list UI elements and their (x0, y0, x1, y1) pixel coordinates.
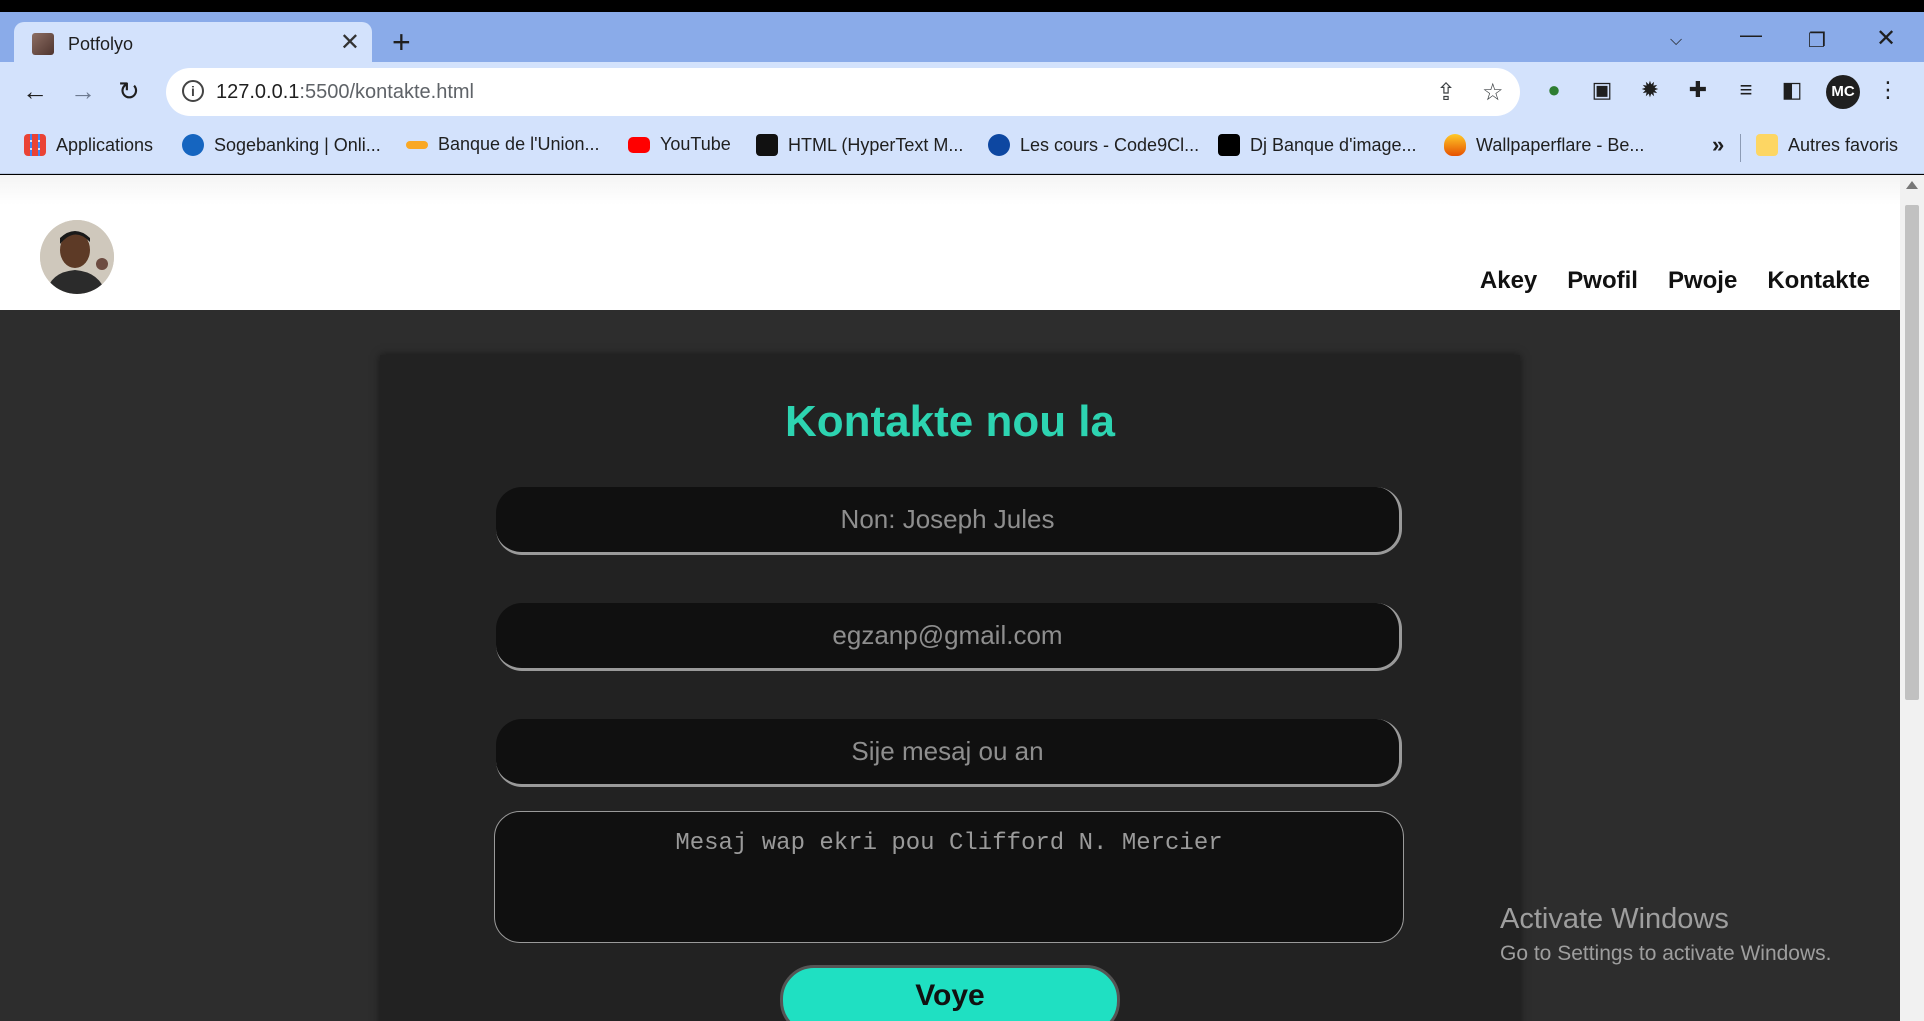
url-host: 127.0.0.1 (216, 81, 300, 103)
bookmark-label: Applications (56, 134, 154, 155)
bookmark-code9[interactable]: Les cours - Code9Cl... (988, 134, 1199, 156)
window-top-strip (0, 0, 1924, 12)
bookmark-label: Dj Banque d'image... (1250, 134, 1417, 155)
back-arrow-icon[interactable]: ← (22, 76, 48, 106)
bookmarks-bar: Applications Sogebanking | Onli... Banqu… (0, 122, 1924, 174)
send-button[interactable]: Voye (780, 965, 1120, 1021)
folder-icon (1756, 134, 1778, 156)
vertical-scrollbar[interactable] (1900, 175, 1924, 1021)
browser-toolbar: ← → ↻ i 127.0.0.1:5500/kontakte.html ⇪ ☆… (0, 62, 1924, 122)
profile-photo-avatar[interactable] (40, 220, 114, 294)
bookmark-label: YouTube (660, 134, 731, 154)
bookmark-label: Autres favoris (1788, 134, 1899, 155)
istock-icon (1218, 134, 1240, 156)
bookmark-banque-union[interactable]: Banque de l'Union... (406, 134, 600, 155)
browser-tab[interactable]: Potfolyo ✕ (14, 22, 372, 62)
page-viewport: Akey Pwofil Pwoje Kontakte Kontakte nou … (0, 175, 1900, 1021)
bookmark-html[interactable]: HTML (HyperText M... (756, 134, 963, 156)
profile-avatar[interactable]: MC (1826, 75, 1860, 109)
menu-kebab-icon[interactable]: ⋮ (1874, 76, 1902, 104)
banque-union-icon (406, 140, 428, 149)
bookmark-sogebanking[interactable]: Sogebanking | Onli... (182, 134, 381, 156)
nav-link-pwofil[interactable]: Pwofil (1567, 267, 1638, 295)
tab-close-icon[interactable]: ✕ (340, 28, 360, 57)
forward-arrow-icon[interactable]: → (70, 76, 96, 106)
subject-field[interactable] (496, 719, 1402, 787)
contact-title: Kontakte nou la (784, 397, 1116, 446)
nav-link-kontakte[interactable]: Kontakte (1767, 267, 1870, 295)
bookmarks-overflow-button[interactable]: » (1712, 132, 1724, 158)
tab-search-icon[interactable]: ⌵ (1670, 32, 1682, 50)
media-control-icon[interactable]: ≡ (1732, 76, 1760, 104)
tab-favicon-icon (32, 33, 54, 55)
url-text[interactable]: 127.0.0.1:5500/kontakte.html (216, 81, 474, 104)
side-panel-icon[interactable]: ◧ (1778, 76, 1806, 104)
bookmark-label: Sogebanking | Onli... (214, 134, 381, 155)
message-textarea[interactable] (494, 811, 1404, 943)
mdn-icon (756, 134, 778, 156)
contact-form-card: Kontakte nou la Voye (380, 355, 1520, 1021)
nav-link-akey[interactable]: Akey (1480, 267, 1537, 295)
extension-bug-icon[interactable]: ✹ (1636, 76, 1664, 104)
tab-title: Potfolyo (68, 34, 134, 54)
url-path: :5500/kontakte.html (299, 81, 474, 103)
watermark-subtitle: Go to Settings to activate Windows. (1500, 942, 1832, 965)
address-bar[interactable]: i 127.0.0.1:5500/kontakte.html ⇪ ☆ (166, 68, 1520, 116)
bookmark-label: HTML (HyperText M... (788, 134, 964, 155)
site-info-icon[interactable]: i (182, 80, 204, 102)
reload-icon[interactable]: ↻ (118, 76, 140, 106)
extension-globe-icon[interactable]: ● (1540, 76, 1568, 104)
email-field[interactable] (496, 603, 1402, 671)
nav-link-pwoje[interactable]: Pwoje (1668, 267, 1737, 295)
bookmarks-divider (1740, 134, 1741, 162)
bookmark-dj-banque[interactable]: Dj Banque d'image... (1218, 134, 1417, 156)
bookmark-wallpaperflare[interactable]: Wallpaperflare - Be... (1444, 134, 1644, 156)
bookmark-star-icon[interactable]: ☆ (1482, 78, 1504, 107)
tab-bar: Potfolyo ✕ + ⌵ — ❐ ✕ (0, 12, 1924, 62)
bookmark-label: Wallpaperflare - Be... (1476, 134, 1645, 155)
share-icon[interactable]: ⇪ (1436, 78, 1456, 107)
extension-image-icon[interactable]: ▣ (1588, 76, 1616, 104)
bookmark-youtube[interactable]: YouTube (628, 134, 731, 155)
apps-grid-icon (24, 134, 46, 156)
flame-icon (1444, 134, 1466, 156)
new-tab-button[interactable]: + (392, 26, 411, 58)
sogebanking-icon (182, 134, 204, 156)
restore-icon[interactable]: ❐ (1808, 28, 1826, 53)
bookmark-label: Les cours - Code9Cl... (1020, 134, 1200, 155)
scrollbar-thumb[interactable] (1905, 205, 1919, 700)
window-close-icon[interactable]: ✕ (1876, 24, 1896, 53)
site-nav: Akey Pwofil Pwoje Kontakte (1480, 267, 1870, 295)
activate-windows-watermark: Activate Windows Go to Settings to activ… (1500, 903, 1832, 966)
name-field[interactable] (496, 487, 1402, 555)
code9-icon (988, 134, 1010, 156)
bookmark-label: Banque de l'Union... (438, 134, 600, 154)
youtube-icon (628, 136, 650, 153)
minimize-icon[interactable]: — (1740, 22, 1762, 48)
extensions-puzzle-icon[interactable]: ✚ (1684, 76, 1712, 104)
page-top-gap (0, 175, 1900, 205)
bookmark-other-folder[interactable]: Autres favoris (1756, 134, 1898, 156)
watermark-title: Activate Windows (1500, 903, 1729, 935)
site-header: Akey Pwofil Pwoje Kontakte (0, 205, 1900, 310)
bookmark-applications[interactable]: Applications (24, 134, 153, 156)
scroll-up-arrow-icon[interactable] (1906, 181, 1918, 189)
